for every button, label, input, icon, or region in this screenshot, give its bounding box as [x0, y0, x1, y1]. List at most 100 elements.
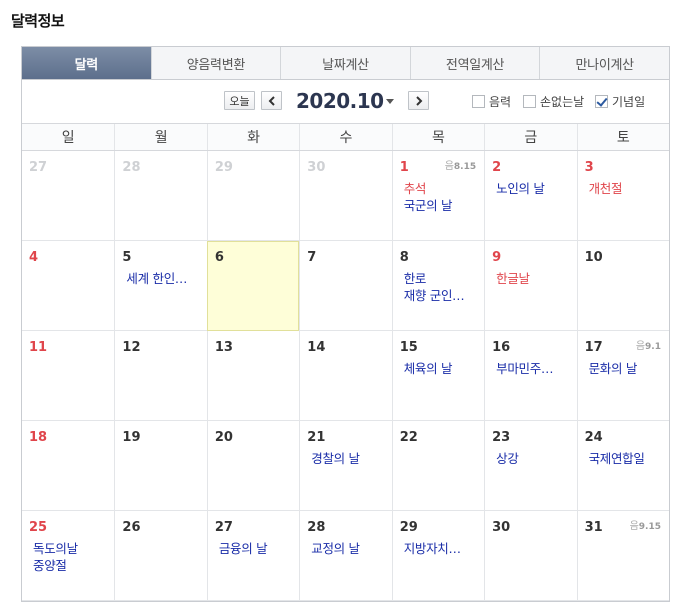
- tab-1[interactable]: 양음력변환: [150, 47, 281, 79]
- prev-month-button[interactable]: [261, 91, 282, 110]
- event-label[interactable]: 상강: [496, 450, 576, 467]
- day-cell[interactable]: 3 개천절: [576, 151, 669, 241]
- event-label[interactable]: 한글날: [496, 270, 576, 287]
- day-number: 17: [584, 340, 603, 355]
- event-label[interactable]: 세계 한인…: [126, 270, 206, 287]
- event-label[interactable]: 국군의 날: [404, 197, 484, 214]
- day-number: 20: [214, 430, 233, 445]
- weekday-label: 토: [576, 124, 669, 150]
- day-number: 1: [399, 160, 409, 175]
- weekday-label: 화: [206, 124, 299, 150]
- day-cell[interactable]: 11: [22, 331, 115, 421]
- day-cell[interactable]: 30: [484, 511, 577, 601]
- tab-2[interactable]: 날짜계산: [280, 47, 410, 79]
- day-cell[interactable]: 17 음9.1 문화의 날: [576, 331, 669, 421]
- tab-3[interactable]: 전역일계산: [409, 47, 540, 79]
- event-list: 독도의날 중양절: [29, 540, 114, 574]
- option-anniversary[interactable]: 기념일: [595, 93, 645, 110]
- calendar-widget: 달력 양음력변환 날짜계산 전역일계산 만나이계산 오늘 2020.10 음력 손없는날…: [21, 46, 670, 602]
- day-cell[interactable]: 22: [391, 421, 485, 511]
- event-label[interactable]: 재향 군인…: [404, 287, 484, 304]
- month-label[interactable]: 2020.10: [296, 89, 384, 113]
- day-cell[interactable]: 29: [206, 151, 300, 241]
- event-label[interactable]: 지방자치…: [404, 540, 484, 557]
- option-lunar[interactable]: 음력: [472, 93, 511, 110]
- day-cell[interactable]: 9 한글날: [484, 241, 577, 331]
- day-number: 4: [29, 250, 39, 265]
- today-button[interactable]: 오늘: [224, 91, 255, 110]
- day-cell[interactable]: 25 독도의날 중양절: [22, 511, 115, 601]
- day-cell[interactable]: 28 교정의 날: [299, 511, 392, 601]
- calendar-nav: 오늘 2020.10 음력 손없는날 기념일: [22, 80, 669, 124]
- day-cell[interactable]: 28: [114, 151, 207, 241]
- day-cell[interactable]: 19: [114, 421, 207, 511]
- day-cell[interactable]: 23 상강: [484, 421, 577, 511]
- day-number: 16: [492, 340, 511, 355]
- day-cell[interactable]: 30: [299, 151, 392, 241]
- event-list: 문화의 날: [585, 360, 669, 377]
- option-son-eomneun-nal[interactable]: 손없는날: [523, 93, 584, 110]
- page-title: 달력정보: [11, 12, 65, 30]
- chevron-right-icon: [415, 95, 422, 106]
- day-number: 29: [214, 160, 233, 175]
- day-cell[interactable]: 13: [206, 331, 300, 421]
- tab-0[interactable]: 달력: [22, 47, 151, 79]
- chevron-left-icon: [268, 95, 275, 106]
- event-label[interactable]: 추석: [404, 180, 484, 197]
- day-cell[interactable]: 16 부마민주…: [484, 331, 577, 421]
- son-eomneun-nal-checkbox[interactable]: [523, 95, 536, 108]
- day-cell[interactable]: 24 국제연합일: [576, 421, 669, 511]
- caret-down-icon[interactable]: [386, 99, 394, 104]
- day-number: 26: [122, 520, 141, 535]
- lunar-prefix: 음: [629, 521, 639, 532]
- event-label[interactable]: 교정의 날: [311, 540, 391, 557]
- day-cell[interactable]: 29 지방자치…: [391, 511, 485, 601]
- event-label[interactable]: 체육의 날: [404, 360, 484, 377]
- day-cell[interactable]: 6: [206, 241, 300, 331]
- lunar-date: 음9.15: [630, 517, 661, 532]
- day-cell[interactable]: 10: [576, 241, 669, 331]
- option-label: 손없는날: [540, 95, 585, 109]
- lunar-checkbox[interactable]: [472, 95, 485, 108]
- day-number: 13: [214, 340, 233, 355]
- event-label[interactable]: 중양절: [33, 557, 114, 574]
- day-cell[interactable]: 5 세계 한인…: [114, 241, 207, 331]
- day-number: 29: [399, 520, 418, 535]
- event-label[interactable]: 개천절: [589, 180, 669, 197]
- next-month-button[interactable]: [408, 91, 429, 110]
- event-label[interactable]: 한로: [404, 270, 484, 287]
- day-cell[interactable]: 31 음9.15: [576, 511, 669, 601]
- day-cell[interactable]: 7: [299, 241, 392, 331]
- day-cell[interactable]: 8 한로 재향 군인…: [391, 241, 485, 331]
- day-cell[interactable]: 2 노인의 날: [484, 151, 577, 241]
- weekday-label: 수: [299, 124, 391, 150]
- day-cell[interactable]: 27: [22, 151, 115, 241]
- event-label[interactable]: 문화의 날: [589, 360, 669, 377]
- day-cell[interactable]: 1 음8.15 추석 국군의 날: [391, 151, 485, 241]
- day-cell[interactable]: 15 체육의 날: [391, 331, 485, 421]
- event-label[interactable]: 국제연합일: [589, 450, 669, 467]
- lunar-date: 음9.1: [636, 337, 661, 352]
- day-cell[interactable]: 20: [206, 421, 300, 511]
- day-number: 31: [584, 520, 603, 535]
- event-list: 경찰의 날: [307, 450, 391, 467]
- event-label[interactable]: 독도의날: [33, 540, 114, 557]
- day-cell[interactable]: 26: [114, 511, 207, 601]
- day-cell[interactable]: 12: [114, 331, 207, 421]
- day-cell[interactable]: 4: [22, 241, 115, 331]
- tab-4[interactable]: 만나이계산: [539, 47, 669, 79]
- anniversary-checkbox[interactable]: [595, 95, 608, 108]
- day-cell[interactable]: 14: [299, 331, 392, 421]
- event-label[interactable]: 부마민주…: [496, 360, 576, 377]
- day-number: 5: [122, 250, 132, 265]
- day-cell[interactable]: 27 금융의 날: [206, 511, 300, 601]
- event-label[interactable]: 경찰의 날: [311, 450, 391, 467]
- event-label[interactable]: 노인의 날: [496, 180, 576, 197]
- weekday-label: 월: [114, 124, 206, 150]
- lunar-value: 9.15: [638, 522, 661, 532]
- day-number: 30: [492, 520, 511, 535]
- day-cell[interactable]: 21 경찰의 날: [299, 421, 392, 511]
- day-cell[interactable]: 18: [22, 421, 115, 511]
- event-list: 한로 재향 군인…: [400, 270, 484, 304]
- event-label[interactable]: 금융의 날: [219, 540, 299, 557]
